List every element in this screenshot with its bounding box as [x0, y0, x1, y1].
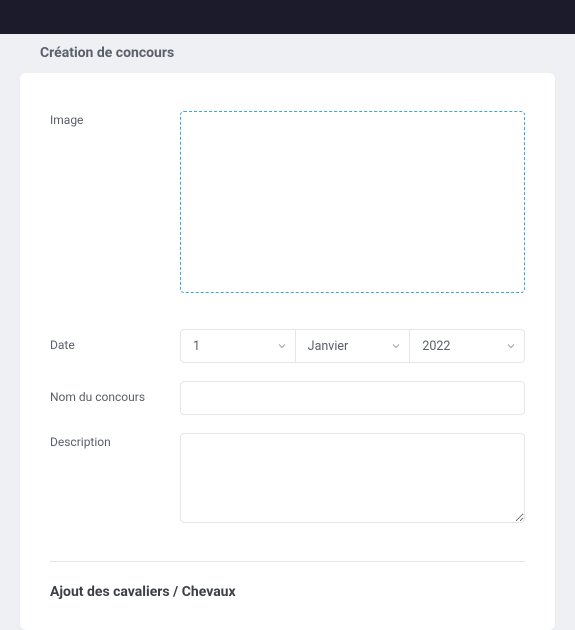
row-name: Nom du concours — [50, 381, 525, 415]
date-month-select[interactable]: Janvier — [295, 329, 411, 363]
divider — [50, 561, 525, 562]
label-date: Date — [50, 329, 180, 352]
description-textarea[interactable] — [180, 433, 525, 523]
section-riders-title: Ajout des cavaliers / Chevaux — [50, 580, 525, 600]
label-description: Description — [50, 433, 180, 449]
competition-name-input[interactable] — [180, 381, 525, 415]
label-name: Nom du concours — [50, 381, 180, 404]
row-image: Image — [50, 111, 525, 293]
form-card: Image Date 1 Janvier — [20, 73, 555, 630]
date-year-select[interactable]: 2022 — [409, 329, 525, 363]
topbar — [0, 0, 575, 34]
row-description: Description — [50, 433, 525, 527]
page-title: Création de concours — [0, 34, 575, 73]
date-day-select[interactable]: 1 — [180, 329, 296, 363]
label-image: Image — [50, 111, 180, 127]
image-dropzone[interactable] — [180, 111, 525, 293]
row-date: Date 1 Janvier — [50, 329, 525, 363]
